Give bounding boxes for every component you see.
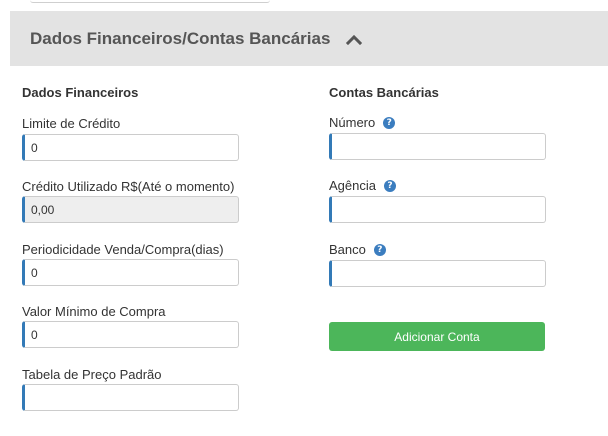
credit-used-label: Crédito Utilizado R$(Até o momento) [22,179,235,194]
account-number-input[interactable] [329,133,546,160]
bank-label-row: Banco ? [329,242,386,257]
panel-title: Dados Financeiros/Contas Bancárias [30,28,331,48]
periodicity-input[interactable] [22,259,239,286]
credit-limit-input[interactable] [22,134,239,161]
agency-label-row: Agência ? [329,178,396,193]
price-table-input[interactable] [22,384,239,411]
previous-panel-edge [30,0,270,3]
periodicity-label: Periodicidade Venda/Compra(dias) [22,242,224,257]
credit-used-input [22,196,239,223]
financial-section-title: Dados Financeiros [22,85,139,100]
bank-label: Banco [329,242,366,257]
account-number-label-row: Número ? [329,115,396,130]
min-purchase-label: Valor Mínimo de Compra [22,304,166,319]
add-account-button[interactable]: Adicionar Conta [329,322,545,351]
agency-input[interactable] [329,196,546,223]
top-sliver [0,0,608,10]
chevron-up-icon[interactable] [346,33,363,45]
help-icon[interactable]: ? [383,179,396,192]
account-number-label: Número [329,115,376,130]
panel-header[interactable]: Dados Financeiros/Contas Bancárias [10,11,608,66]
bank-input[interactable] [329,260,546,287]
bank-section-title: Contas Bancárias [329,85,439,100]
help-icon[interactable]: ? [383,116,396,129]
price-table-label: Tabela de Preço Padrão [22,367,162,382]
credit-limit-label: Limite de Crédito [22,116,121,131]
min-purchase-input[interactable] [22,321,239,348]
help-icon[interactable]: ? [373,243,386,256]
agency-label: Agência [329,178,376,193]
